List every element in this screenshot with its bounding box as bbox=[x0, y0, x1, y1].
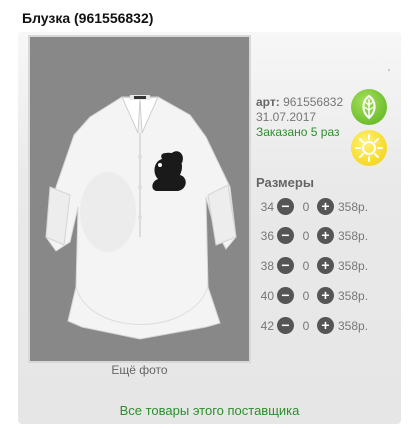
blouse-image bbox=[30, 37, 249, 361]
sizes-heading: Размеры bbox=[256, 175, 314, 190]
article-label: арт: bbox=[256, 95, 280, 109]
decrease-button[interactable]: − bbox=[277, 317, 294, 334]
size-label: 36 bbox=[260, 229, 274, 243]
decrease-button[interactable]: − bbox=[277, 227, 294, 244]
size-row-38: 38 − 0 + 358р. bbox=[256, 257, 396, 275]
size-row-40: 40 − 0 + 358р. bbox=[256, 287, 396, 305]
quantity-value: 0 bbox=[302, 200, 310, 214]
price: 358р. bbox=[338, 229, 369, 243]
decrease-button[interactable]: − bbox=[277, 287, 294, 304]
quantity-value: 0 bbox=[302, 259, 310, 273]
increase-button[interactable]: + bbox=[317, 287, 334, 304]
decrease-button[interactable]: − bbox=[277, 198, 294, 215]
decor-tick: ' bbox=[388, 68, 390, 79]
quantity-value: 0 bbox=[302, 319, 310, 333]
supplier-all-goods-link[interactable]: Все товары этого поставщика bbox=[18, 403, 401, 418]
size-label: 34 bbox=[260, 200, 274, 214]
leaf-icon bbox=[351, 89, 387, 125]
article-line: арт: 961556832 bbox=[256, 95, 343, 110]
article-value: 961556832 bbox=[283, 95, 344, 109]
quantity-value: 0 bbox=[302, 229, 310, 243]
price: 358р. bbox=[338, 289, 369, 303]
increase-button[interactable]: + bbox=[317, 257, 334, 274]
decrease-button[interactable]: − bbox=[277, 257, 294, 274]
increase-button[interactable]: + bbox=[317, 227, 334, 244]
increase-button[interactable]: + bbox=[317, 198, 334, 215]
product-photo[interactable] bbox=[28, 35, 251, 363]
size-row-36: 36 − 0 + 358р. bbox=[256, 227, 396, 245]
product-card: Ещё фото ' арт: 961556832 31.07.2017 Зак… bbox=[18, 32, 401, 424]
price: 358р. bbox=[338, 200, 369, 214]
size-row-42: 42 − 0 + 358р. bbox=[256, 317, 396, 335]
ordered-count: Заказано 5 раз bbox=[256, 125, 340, 139]
product-meta: арт: 961556832 31.07.2017 Заказано 5 раз bbox=[256, 95, 343, 140]
size-label: 42 bbox=[260, 319, 274, 333]
size-label: 38 bbox=[260, 259, 274, 273]
increase-button[interactable]: + bbox=[317, 317, 334, 334]
sun-icon bbox=[351, 130, 387, 166]
size-row-34: 34 − 0 + 358р. bbox=[256, 198, 396, 216]
product-date: 31.07.2017 bbox=[256, 110, 317, 124]
price: 358р. bbox=[338, 259, 369, 273]
price: 358р. bbox=[338, 319, 369, 333]
more-photos-link[interactable]: Ещё фото bbox=[28, 363, 251, 377]
page-title: Блузка (961556832) bbox=[22, 10, 154, 26]
quantity-value: 0 bbox=[302, 289, 310, 303]
size-label: 40 bbox=[260, 289, 274, 303]
